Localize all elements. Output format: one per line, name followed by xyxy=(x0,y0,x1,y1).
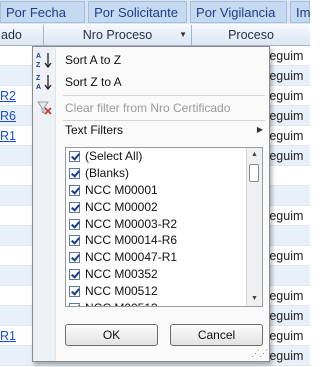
scroll-thumb[interactable] xyxy=(249,164,259,182)
filter-list-item[interactable]: (Blanks) xyxy=(66,165,262,182)
filter-list-item[interactable]: NCC M00047-R1 xyxy=(66,249,262,266)
menu-icon-gutter xyxy=(33,47,56,361)
scroll-up-icon[interactable]: ▲ xyxy=(247,148,262,162)
resize-grip-icon[interactable]: ⋰⋰ xyxy=(251,348,268,359)
checkbox-checked-icon[interactable] xyxy=(69,151,80,162)
row-link-cell[interactable] xyxy=(0,186,34,206)
sort-z-to-a-icon: Z A xyxy=(36,73,52,91)
submenu-arrow-icon: ▶ xyxy=(256,125,263,134)
sort-z-to-a-item[interactable]: Z A Sort Z to A xyxy=(33,71,269,93)
sort-z-to-a-label: Sort Z to A xyxy=(65,75,122,89)
filter-list-item-label: NCC M00513 xyxy=(85,301,158,306)
svg-text:Z: Z xyxy=(36,62,41,69)
filter-list-item[interactable]: NCC M00513 xyxy=(66,300,262,306)
filter-list-item-label: NCC M00512 xyxy=(85,284,158,299)
checkbox-checked-icon[interactable] xyxy=(69,167,80,179)
row-link-cell[interactable] xyxy=(0,246,34,266)
row-link-cell[interactable] xyxy=(0,306,34,326)
checkbox-checked-icon[interactable] xyxy=(69,218,80,230)
row-link-cell[interactable] xyxy=(0,346,34,366)
checkbox-checked-icon[interactable] xyxy=(69,235,80,247)
filter-list-item-label: (Select All) xyxy=(85,149,143,163)
tab-por-fecha[interactable]: Por Fecha xyxy=(0,1,86,23)
report-tabs: Por Fecha Por Solicitante Por Vigilancia… xyxy=(0,0,310,24)
filter-list-item-label: NCC M00003-R2 xyxy=(85,216,178,231)
sort-a-to-z-label: Sort A to Z xyxy=(65,53,122,67)
filter-list-item[interactable]: NCC M00352 xyxy=(66,266,262,283)
checkbox-checked-icon[interactable] xyxy=(69,184,80,196)
filter-list-item-label: NCC M00047-R1 xyxy=(85,250,178,265)
row-link-cell[interactable]: R6 xyxy=(0,106,34,126)
checkbox-checked-icon[interactable] xyxy=(69,286,80,298)
filter-list-item[interactable]: NCC M00003-R2 xyxy=(66,216,262,233)
filter-dropdown-arrow-icon[interactable]: ▼ xyxy=(179,25,187,45)
row-link-cell[interactable] xyxy=(0,286,34,306)
row-link-cell[interactable] xyxy=(0,166,34,186)
column-filter-menu: A Z Sort A to Z Z A Sort Z to A Clear fi… xyxy=(32,46,270,362)
filter-list-item-label: (Blanks) xyxy=(85,165,130,180)
ok-button[interactable]: OK xyxy=(65,324,158,346)
sort-a-to-z-icon: A Z xyxy=(36,51,52,69)
filter-list-item-label: NCC M00014-R6 xyxy=(85,233,178,248)
row-link-cell[interactable] xyxy=(0,66,34,86)
filter-list-item[interactable]: NCC M00001 xyxy=(66,182,262,199)
row-link-cell[interactable]: R2 xyxy=(0,86,34,106)
text-filters-label: Text Filters xyxy=(65,123,124,137)
clear-filter-label: Clear filter from Nro Certificado xyxy=(65,101,231,115)
column-header-nro-proceso[interactable]: Nro Proceso ▼ xyxy=(44,25,192,45)
column-header-estado[interactable]: ado xyxy=(0,25,44,45)
sort-a-to-z-item[interactable]: A Z Sort A to Z xyxy=(33,49,269,71)
svg-text:A: A xyxy=(36,53,41,60)
tab-por-solicitante[interactable]: Por Solicitante xyxy=(88,1,188,23)
column-header-proceso-label: Proceso xyxy=(228,28,274,42)
tab-por-vigilancia[interactable]: Por Vigilancia xyxy=(190,1,287,23)
filter-list-item-label: NCC M00352 xyxy=(85,267,158,282)
row-link-cell[interactable] xyxy=(0,266,34,286)
row-link-cell[interactable]: R1 xyxy=(0,326,34,346)
row-link-cell[interactable] xyxy=(0,146,34,166)
row-link-cell[interactable] xyxy=(0,206,34,226)
checkbox-checked-icon[interactable] xyxy=(69,201,80,213)
scroll-down-icon[interactable]: ▼ xyxy=(247,292,262,306)
filter-list-item[interactable]: (Select All) xyxy=(66,148,262,165)
filter-value-list[interactable]: (Select All) (Blanks) NCC M00001 NCC M00002… xyxy=(65,147,263,307)
list-scrollbar[interactable]: ▲ ▼ xyxy=(246,148,262,306)
row-link-cell[interactable] xyxy=(0,226,34,246)
clear-filter-icon xyxy=(36,99,52,117)
column-header-row: ado Nro Proceso ▼ Proceso xyxy=(0,25,310,46)
menu-separator xyxy=(63,95,265,96)
row-link-cell[interactable]: R1 xyxy=(0,126,34,146)
filter-list-item-label: NCC M00001 xyxy=(85,182,158,197)
text-filters-item[interactable]: Text Filters ▶ xyxy=(33,119,269,141)
column-header-proceso[interactable]: Proceso xyxy=(192,25,310,45)
svg-text:Z: Z xyxy=(36,75,41,82)
cancel-button[interactable]: Cancel xyxy=(170,324,263,346)
row-link-cell[interactable] xyxy=(0,46,34,66)
filter-list-item-label: NCC M00002 xyxy=(85,199,158,214)
checkbox-checked-icon[interactable] xyxy=(69,252,80,264)
clear-filter-item[interactable]: Clear filter from Nro Certificado xyxy=(33,97,269,119)
filter-list-item[interactable]: NCC M00002 xyxy=(66,199,262,216)
filter-list-item[interactable]: NCC M00512 xyxy=(66,283,262,300)
tab-im[interactable]: Im xyxy=(290,1,310,23)
checkbox-checked-icon[interactable] xyxy=(69,269,80,281)
checkbox-checked-icon[interactable] xyxy=(69,303,80,306)
filter-list-item[interactable]: NCC M00014-R6 xyxy=(66,232,262,249)
column-header-estado-label: ado xyxy=(1,28,22,42)
svg-text:A: A xyxy=(36,84,41,91)
column-header-nro-proceso-label: Nro Proceso xyxy=(82,28,153,42)
